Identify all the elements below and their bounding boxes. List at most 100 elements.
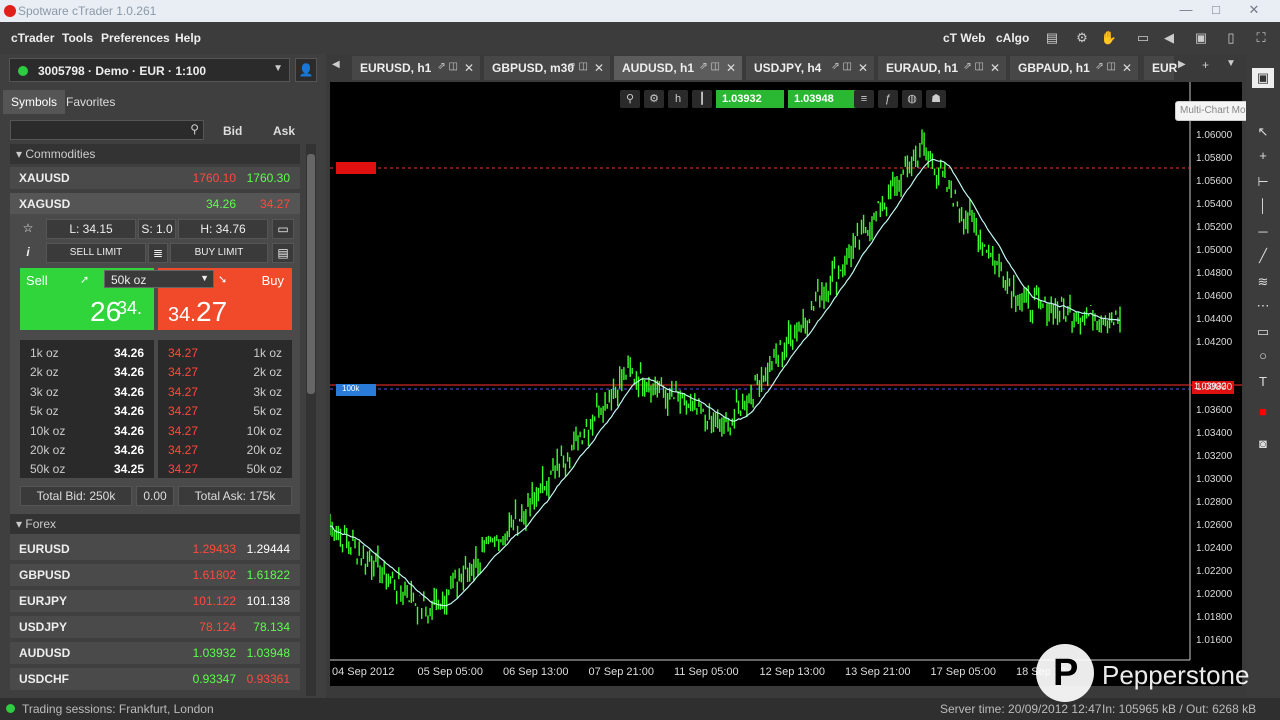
multi-chart-mode-icon[interactable]: ▣	[1252, 68, 1274, 88]
chart-icon[interactable]: ▭	[272, 219, 294, 239]
calgo-link[interactable]: cAlgo	[996, 31, 1029, 45]
menu-preferences[interactable]: Preferences	[101, 31, 170, 45]
ladder-row[interactable]: 34.27 20k oz	[158, 443, 292, 462]
close-tab-icon[interactable]: ✕	[1122, 61, 1132, 75]
ladder-row[interactable]: 34.27 3k oz	[158, 385, 292, 404]
scrollbar-thumb[interactable]	[307, 154, 315, 394]
ladder-row[interactable]: 34.27 50k oz	[158, 462, 292, 481]
tab-detach-icon[interactable]: ⇗ ◫	[567, 61, 588, 72]
star-icon[interactable]: ☆	[16, 219, 40, 239]
symbol-row-audusd[interactable]: AUDUSD 1.03932 1.03948	[10, 642, 300, 664]
tab-detach-icon[interactable]: ⇗ ◫	[963, 61, 984, 72]
ladder-row[interactable]: 34.27 1k oz	[158, 346, 292, 365]
ladder-row[interactable]: 34.27 10k oz	[158, 424, 292, 443]
news-icon[interactable]: ▭	[1134, 29, 1152, 47]
account-selector[interactable]: 3005798 · Demo · EUR · 1:100 ▼	[9, 58, 290, 82]
close-button[interactable]: ✕	[1240, 0, 1268, 20]
ladder-row[interactable]: 5k oz 34.26	[20, 404, 154, 423]
ladder-row[interactable]: 34.27 2k oz	[158, 365, 292, 384]
menu-help[interactable]: Help	[175, 31, 201, 45]
ladder-row[interactable]: 3k oz 34.26	[20, 385, 154, 404]
pointer-icon[interactable]: ↖	[1252, 122, 1274, 142]
tab-chart-2[interactable]: AUDUSD, h1 ⇗ ◫ ✕	[614, 56, 742, 80]
tab-chart-5[interactable]: GBPAUD, h1 ⇗ ◫ ✕	[1010, 56, 1138, 80]
symbol-row-usdjpy[interactable]: USDJPY 78.124 78.134	[10, 616, 300, 638]
ask-column-header[interactable]: Ask	[273, 124, 295, 138]
info-icon[interactable]: i	[16, 243, 40, 263]
symbol-search-input[interactable]: ⚲	[10, 120, 204, 140]
hline-tool-icon[interactable]: ⊢	[1252, 172, 1274, 192]
tabs-scroll-right-icon[interactable]: ▶	[1178, 59, 1186, 70]
symbol-row-xauusd[interactable]: XAUUSD 1760.10 1760.30	[10, 167, 300, 189]
tabs-menu-icon[interactable]: ▼	[1226, 58, 1236, 69]
tab-detach-icon[interactable]: ⇗ ◫	[699, 61, 720, 72]
position-label[interactable]: 100k	[336, 384, 376, 396]
sell-limit-button[interactable]: SELL LIMIT	[46, 243, 146, 263]
symbol-row-eurjpy[interactable]: EURJPY 101.122 101.138	[10, 590, 300, 612]
menu-tools[interactable]: Tools	[62, 31, 93, 45]
close-tab-icon[interactable]: ✕	[990, 61, 1000, 75]
search-icon[interactable]: ⚲	[190, 122, 199, 136]
layout-icon[interactable]: ▯	[1222, 29, 1240, 47]
minimize-button[interactable]: —	[1172, 0, 1200, 20]
tab-chart-6[interactable]: EUR	[1144, 56, 1177, 80]
rectangle-icon[interactable]: ▭	[1252, 322, 1274, 342]
ladder-price: 34.27	[168, 423, 199, 438]
tab-detach-icon[interactable]: ⇗ ◫	[437, 61, 458, 72]
channel-icon[interactable]: ⋯	[1252, 296, 1274, 316]
ladder-row[interactable]: 2k oz 34.26	[20, 365, 154, 384]
hand-icon[interactable]: ✋	[1100, 29, 1118, 47]
ellipse-icon[interactable]: ○	[1252, 346, 1274, 366]
tabs-scroll-left-icon[interactable]: ◀	[332, 59, 340, 70]
add-chart-icon[interactable]: +	[1202, 58, 1209, 72]
symbol-row-eurusd[interactable]: EURUSD 1.29433 1.29444	[10, 538, 300, 560]
camera-icon[interactable]: ◙	[1252, 434, 1274, 454]
menu-ctrader[interactable]: cTrader	[11, 31, 54, 45]
forex-section-header[interactable]: ▾ Forex	[10, 514, 300, 534]
maximize-button[interactable]: □	[1202, 0, 1230, 20]
horizontal-line-icon[interactable]: ─	[1252, 222, 1274, 242]
list-icon[interactable]: ≣	[148, 243, 168, 263]
panel-scrollbar[interactable]	[306, 144, 316, 696]
fibonacci-icon[interactable]: ≋	[1252, 272, 1274, 292]
symbol-row-gbpusd[interactable]: GBPUSD 1.61802 1.61822	[10, 564, 300, 586]
tab-favorites[interactable]: Favorites	[58, 90, 123, 114]
buy-limit-button[interactable]: BUY LIMIT	[170, 243, 268, 263]
pending-order-label-red[interactable]	[336, 162, 376, 174]
close-tab-icon[interactable]: ✕	[594, 61, 604, 75]
settings-icon[interactable]: ⚙	[1073, 29, 1091, 47]
fullscreen-icon[interactable]: ⛶	[1252, 29, 1270, 47]
color-picker-icon[interactable]: ■	[1252, 402, 1274, 422]
language-icon[interactable]: ▣	[1192, 29, 1210, 47]
tab-chart-3[interactable]: USDJPY, h4 ⇗ ◫ ✕	[746, 56, 874, 80]
ctweb-link[interactable]: cT Web	[943, 31, 985, 45]
volume-select[interactable]: 50k oz ▼	[104, 270, 214, 288]
tab-detach-icon[interactable]: ⇗ ◫	[1095, 61, 1116, 72]
symbol-row-usdchf[interactable]: USDCHF 0.93347 0.93361	[10, 668, 300, 690]
ladder-row[interactable]: 1k oz 34.26	[20, 346, 154, 365]
close-tab-icon[interactable]: ✕	[858, 61, 868, 75]
order-icon[interactable]: ▤	[272, 243, 294, 263]
price-chart[interactable]: ⚲ ⚙ h ┃ 1.03932 1.03948 ≡ ƒ ◍ ☗ 100k 1.0…	[330, 82, 1242, 686]
tab-chart-1[interactable]: GBPUSD, m30 ⇗ ◫ ✕	[484, 56, 610, 80]
ladder-row[interactable]: 50k oz 34.25	[20, 462, 154, 481]
tab-detach-icon[interactable]: ⇗ ◫	[831, 61, 852, 72]
bid-column-header[interactable]: Bid	[223, 124, 242, 138]
tab-symbols[interactable]: Symbols	[3, 90, 66, 114]
ladder-row[interactable]: 34.27 5k oz	[158, 404, 292, 423]
sound-icon[interactable]: ◀	[1160, 29, 1178, 47]
journal-icon[interactable]: ▤	[1043, 29, 1061, 47]
crosshair-icon[interactable]: +	[1252, 146, 1274, 166]
commodities-section-header[interactable]: ▾ Commodities	[10, 144, 300, 164]
trendline-icon[interactable]: ╱	[1252, 246, 1274, 266]
vertical-line-icon[interactable]: │	[1252, 196, 1274, 216]
ladder-row[interactable]: 10k oz 34.26	[20, 424, 154, 443]
tab-chart-4[interactable]: EURAUD, h1 ⇗ ◫ ✕	[878, 56, 1006, 80]
text-tool-icon[interactable]: T	[1252, 372, 1274, 392]
close-tab-icon[interactable]: ✕	[726, 61, 736, 75]
tab-chart-0[interactable]: EURUSD, h1 ⇗ ◫ ✕	[352, 56, 480, 80]
account-profile-button[interactable]: 👤	[295, 58, 317, 82]
ladder-row[interactable]: 20k oz 34.26	[20, 443, 154, 462]
close-tab-icon[interactable]: ✕	[464, 61, 474, 75]
symbol-row-xagusd[interactable]: XAGUSD 34.26 34.27	[10, 193, 300, 215]
